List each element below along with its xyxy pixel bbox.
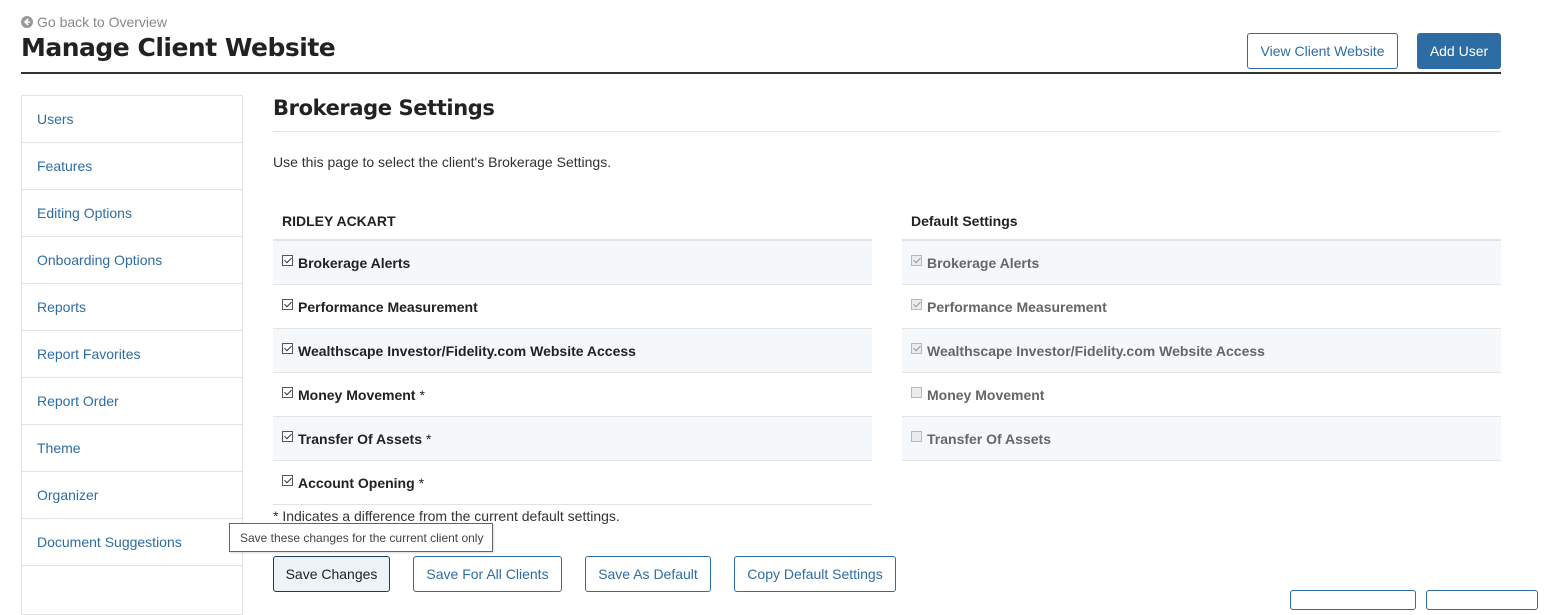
sidebar-item-label: Features bbox=[37, 158, 93, 174]
page-title: Manage Client Website bbox=[21, 33, 336, 62]
sidebar-nav: Users Features Editing Options Onboardin… bbox=[21, 95, 243, 615]
intro-text: Use this page to select the client's Bro… bbox=[273, 154, 612, 170]
client-setting-row: Brokerage Alerts bbox=[273, 241, 872, 285]
default-settings-column: Default Settings Brokerage Alerts Perfor… bbox=[902, 203, 1501, 461]
transfer-of-assets-checkbox[interactable] bbox=[282, 431, 293, 442]
save-changes-tooltip: Save these changes for the current clien… bbox=[229, 523, 493, 552]
default-setting-row: Performance Measurement bbox=[902, 285, 1501, 329]
website-access-checkbox[interactable] bbox=[282, 343, 293, 354]
sidebar-item-organizer[interactable]: Organizer bbox=[22, 472, 242, 519]
client-settings-column: RIDLEY ACKART Brokerage Alerts Performan… bbox=[273, 203, 872, 505]
sidebar-item-label: Organizer bbox=[37, 487, 99, 503]
default-brokerage-alerts-checkbox bbox=[911, 255, 922, 266]
add-user-button[interactable]: Add User bbox=[1417, 33, 1501, 69]
default-setting-row: Transfer Of Assets bbox=[902, 417, 1501, 461]
difference-marker: * bbox=[419, 386, 425, 403]
section-title: Brokerage Settings bbox=[273, 96, 495, 120]
difference-footnote: * Indicates a difference from the curren… bbox=[273, 508, 620, 524]
account-opening-checkbox[interactable] bbox=[282, 475, 293, 486]
setting-label: Transfer Of Assets bbox=[927, 430, 1051, 447]
setting-label: Performance Measurement bbox=[927, 298, 1107, 315]
offscreen-button[interactable] bbox=[1290, 590, 1416, 610]
difference-marker: * bbox=[418, 474, 425, 491]
sidebar-item-label: Reports bbox=[37, 299, 87, 315]
arrow-circle-left-icon bbox=[21, 16, 33, 28]
view-client-website-button[interactable]: View Client Website bbox=[1247, 33, 1398, 69]
sidebar-item-label: Editing Options bbox=[37, 205, 132, 221]
brokerage-alerts-checkbox[interactable] bbox=[282, 255, 293, 266]
client-setting-row: Account Opening * bbox=[273, 461, 872, 505]
client-setting-row: Performance Measurement bbox=[273, 285, 872, 329]
default-website-access-checkbox bbox=[911, 343, 922, 354]
client-setting-row: Wealthscape Investor/Fidelity.com Websit… bbox=[273, 329, 872, 373]
setting-label: Performance Measurement bbox=[298, 298, 478, 315]
performance-measurement-checkbox[interactable] bbox=[282, 299, 293, 310]
default-setting-row: Wealthscape Investor/Fidelity.com Websit… bbox=[902, 329, 1501, 373]
sidebar-item-onboarding-options[interactable]: Onboarding Options bbox=[22, 237, 242, 284]
sidebar-item-label: Users bbox=[37, 111, 74, 127]
sidebar-item-reports[interactable]: Reports bbox=[22, 284, 242, 331]
sidebar-item-label: Theme bbox=[37, 440, 81, 456]
setting-label: Money Movement bbox=[298, 386, 416, 403]
save-for-all-clients-button[interactable]: Save For All Clients bbox=[413, 556, 562, 592]
section-divider bbox=[273, 131, 1501, 132]
setting-label: Money Movement bbox=[927, 386, 1045, 403]
sidebar-item-label: Onboarding Options bbox=[37, 252, 163, 268]
sidebar-item-theme[interactable]: Theme bbox=[22, 425, 242, 472]
default-setting-row: Money Movement bbox=[902, 373, 1501, 417]
sidebar-item-features[interactable]: Features bbox=[22, 143, 242, 190]
header-divider bbox=[21, 72, 1501, 74]
sidebar-item-label: Document Suggestions bbox=[37, 534, 182, 550]
setting-label: Wealthscape Investor/Fidelity.com Websit… bbox=[298, 342, 636, 359]
offscreen-button[interactable] bbox=[1426, 590, 1538, 610]
sidebar-item-label: Report Favorites bbox=[37, 346, 141, 362]
sidebar-item-report-favorites[interactable]: Report Favorites bbox=[22, 331, 242, 378]
default-performance-measurement-checkbox bbox=[911, 299, 922, 310]
default-settings-header: Default Settings bbox=[902, 203, 1501, 241]
copy-default-settings-button[interactable]: Copy Default Settings bbox=[734, 556, 896, 592]
sidebar-item-users[interactable]: Users bbox=[22, 96, 242, 143]
default-transfer-of-assets-checkbox bbox=[911, 431, 922, 442]
client-setting-row: Transfer Of Assets * bbox=[273, 417, 872, 461]
difference-marker: * bbox=[425, 430, 432, 447]
default-money-movement-checkbox bbox=[911, 387, 922, 398]
save-changes-button[interactable]: Save Changes bbox=[273, 556, 390, 592]
setting-label: Brokerage Alerts bbox=[298, 254, 411, 271]
setting-label: Transfer Of Assets bbox=[298, 430, 422, 447]
setting-label: Brokerage Alerts bbox=[927, 254, 1040, 271]
back-to-overview-link[interactable]: Go back to Overview bbox=[21, 14, 167, 30]
money-movement-checkbox[interactable] bbox=[282, 387, 293, 398]
sidebar-item-label: Report Order bbox=[37, 393, 119, 409]
default-setting-row: Brokerage Alerts bbox=[902, 241, 1501, 285]
setting-label: Account Opening bbox=[298, 474, 415, 491]
client-name-header: RIDLEY ACKART bbox=[273, 203, 872, 241]
sidebar-item-report-order[interactable]: Report Order bbox=[22, 378, 242, 425]
back-link-label: Go back to Overview bbox=[37, 14, 167, 30]
client-setting-row: Money Movement * bbox=[273, 373, 872, 417]
setting-label: Wealthscape Investor/Fidelity.com Websit… bbox=[927, 342, 1265, 359]
sidebar-item-editing-options[interactable]: Editing Options bbox=[22, 190, 242, 237]
sidebar-item-document-suggestions[interactable]: Document Suggestions bbox=[22, 519, 242, 566]
save-as-default-button[interactable]: Save As Default bbox=[585, 556, 711, 592]
